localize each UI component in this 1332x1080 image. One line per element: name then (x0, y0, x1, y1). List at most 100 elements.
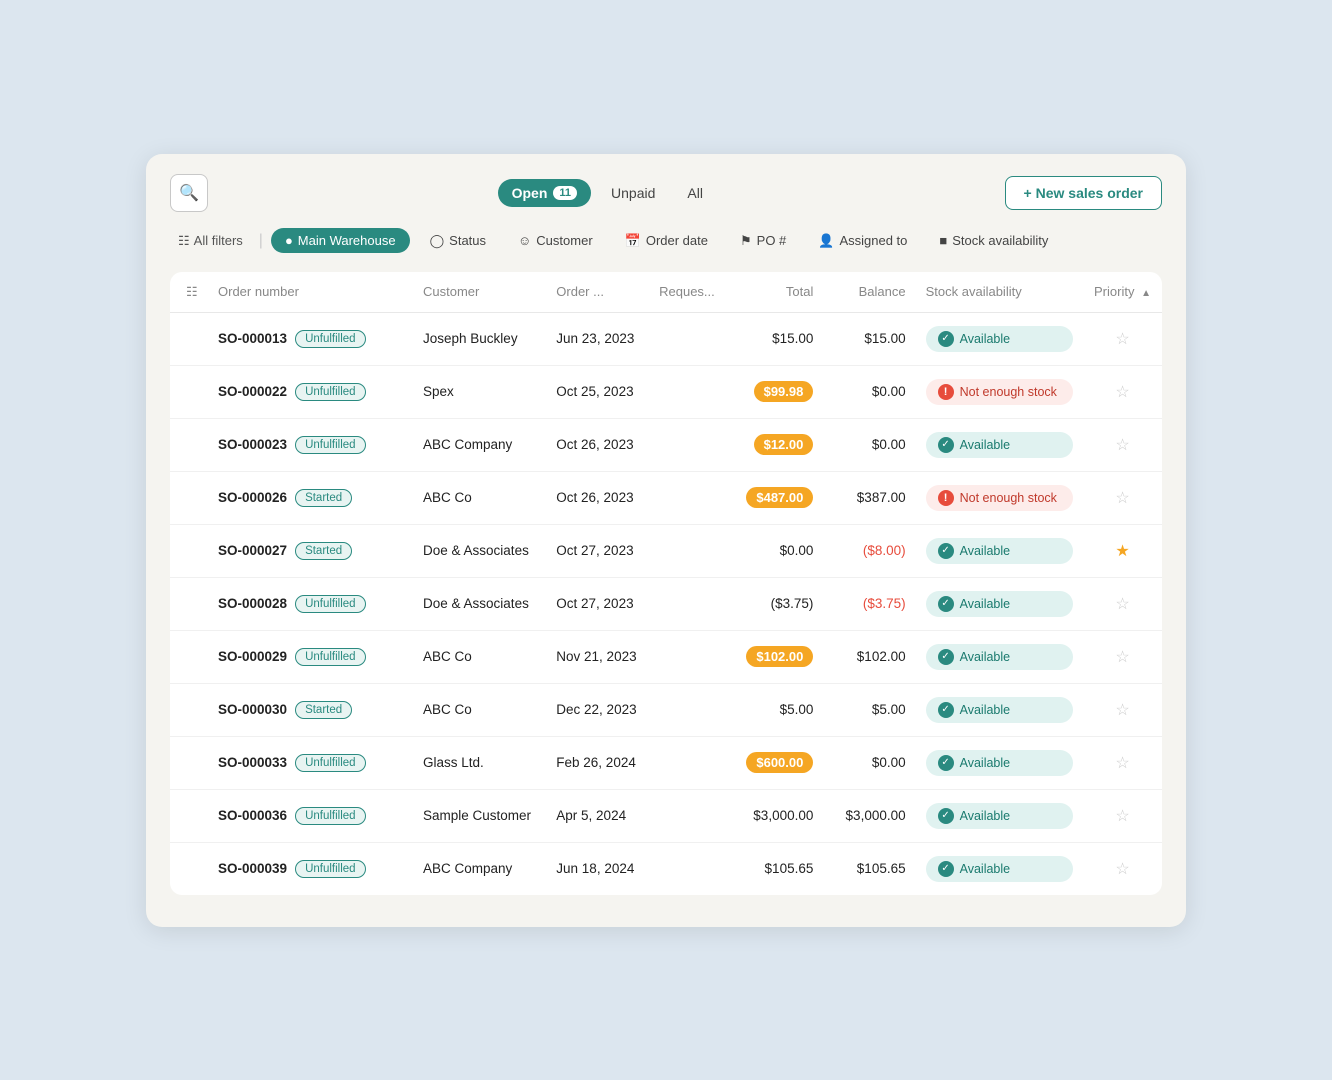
new-sales-order-button[interactable]: + New sales order (1005, 176, 1162, 210)
row-icon-cell (170, 365, 208, 418)
balance-cell: ($8.00) (823, 524, 915, 577)
stock-cell: ✓Available (916, 842, 1083, 895)
available-badge: ✓Available (926, 538, 1073, 564)
col-order-number[interactable]: Order number (208, 272, 413, 313)
order-id: SO-000026 (218, 490, 287, 505)
orders-table-container: ☷ Order number Customer Order ... Reques… (170, 272, 1162, 895)
all-filters-button[interactable]: ☷ All filters (170, 229, 251, 253)
stock-availability-filter[interactable]: ■ Stock availability (927, 228, 1060, 253)
available-badge: ✓Available (926, 803, 1073, 829)
table-row[interactable]: SO-000022UnfulfilledSpexOct 25, 2023$99.… (170, 365, 1162, 418)
tab-all[interactable]: All (675, 179, 715, 207)
priority-cell: ☆ (1083, 471, 1162, 524)
priority-cell: ☆ (1083, 736, 1162, 789)
total-badge: $99.98 (754, 381, 814, 402)
priority-star[interactable]: ☆ (1115, 808, 1129, 825)
priority-cell: ☆ (1083, 842, 1162, 895)
balance-cell: ($3.75) (823, 577, 915, 630)
main-card: 🔍 Open 11 Unpaid All + New sales order ☷… (146, 154, 1186, 927)
priority-star[interactable]: ☆ (1115, 437, 1129, 454)
warning-icon: ! (938, 490, 954, 506)
available-label: Available (960, 809, 1011, 823)
table-row[interactable]: SO-000030StartedABC CoDec 22, 2023$5.00$… (170, 683, 1162, 736)
total-cell: $99.98 (731, 365, 823, 418)
total-badge: $600.00 (746, 752, 813, 773)
balance-cell: $0.00 (823, 365, 915, 418)
balance-cell: $3,000.00 (823, 789, 915, 842)
table-row[interactable]: SO-000036UnfulfilledSample CustomerApr 5… (170, 789, 1162, 842)
table-row[interactable]: SO-000028UnfulfilledDoe & AssociatesOct … (170, 577, 1162, 630)
order-number-cell: SO-000026Started (208, 471, 413, 524)
table-row[interactable]: SO-000026StartedABC CoOct 26, 2023$487.0… (170, 471, 1162, 524)
col-order-date[interactable]: Order ... (546, 272, 649, 313)
stock-cell: !Not enough stock (916, 365, 1083, 418)
status-circle-icon: ◯ (430, 233, 445, 249)
tab-open[interactable]: Open 11 (498, 179, 591, 207)
customer-cell: Joseph Buckley (413, 312, 546, 365)
main-warehouse-label: Main Warehouse (298, 233, 396, 248)
priority-star[interactable]: ☆ (1115, 596, 1129, 613)
col-customer[interactable]: Customer (413, 272, 546, 313)
order-date-cell: Oct 26, 2023 (546, 418, 649, 471)
po-filter[interactable]: ⚑ PO # (728, 228, 798, 254)
customer-cell: ABC Co (413, 471, 546, 524)
header: 🔍 Open 11 Unpaid All + New sales order (170, 174, 1162, 212)
status-badge: Started (295, 701, 352, 719)
priority-star[interactable]: ☆ (1115, 649, 1129, 666)
priority-cell: ☆ (1083, 365, 1162, 418)
all-filters-label: All filters (194, 233, 243, 248)
assigned-to-filter[interactable]: 👤 Assigned to (806, 228, 919, 254)
table-row[interactable]: SO-000039UnfulfilledABC CompanyJun 18, 2… (170, 842, 1162, 895)
calendar-icon: 📅 (625, 233, 641, 249)
priority-star[interactable]: ☆ (1115, 331, 1129, 348)
total-cell: $102.00 (731, 630, 823, 683)
col-stock[interactable]: Stock availability (916, 272, 1083, 313)
not-enough-badge: !Not enough stock (926, 485, 1073, 511)
order-date-cell: Oct 27, 2023 (546, 524, 649, 577)
available-badge: ✓Available (926, 856, 1073, 882)
total-cell: ($3.75) (731, 577, 823, 630)
col-request-date[interactable]: Reques... (649, 272, 731, 313)
col-priority[interactable]: Priority ▲ (1083, 272, 1162, 313)
table-row[interactable]: SO-000027StartedDoe & AssociatesOct 27, … (170, 524, 1162, 577)
customer-filter[interactable]: ☺ Customer (506, 228, 605, 253)
priority-star[interactable]: ☆ (1115, 755, 1129, 772)
priority-star[interactable]: ☆ (1115, 861, 1129, 878)
order-date-filter[interactable]: 📅 Order date (613, 228, 720, 254)
priority-star[interactable]: ☆ (1115, 702, 1129, 719)
stock-cell: ✓Available (916, 683, 1083, 736)
order-number-cell: SO-000033Unfulfilled (208, 736, 413, 789)
search-button[interactable]: 🔍 (170, 174, 208, 212)
table-row[interactable]: SO-000029UnfulfilledABC CoNov 21, 2023$1… (170, 630, 1162, 683)
main-warehouse-filter[interactable]: ● Main Warehouse (271, 228, 410, 253)
col-balance[interactable]: Balance (823, 272, 915, 313)
balance-cell: $5.00 (823, 683, 915, 736)
customer-cell: ABC Co (413, 683, 546, 736)
order-number-cell: SO-000022Unfulfilled (208, 365, 413, 418)
table-row[interactable]: SO-000013UnfulfilledJoseph BuckleyJun 23… (170, 312, 1162, 365)
row-icon-cell (170, 842, 208, 895)
filter-bar: ☷ All filters | ● Main Warehouse ◯ Statu… (170, 228, 1162, 254)
check-icon: ✓ (938, 543, 954, 559)
customer-cell: Doe & Associates (413, 524, 546, 577)
check-icon: ✓ (938, 596, 954, 612)
table-icon-col: ☷ (170, 272, 208, 313)
available-badge: ✓Available (926, 326, 1073, 352)
col-total[interactable]: Total (731, 272, 823, 313)
table-row[interactable]: SO-000023UnfulfilledABC CompanyOct 26, 2… (170, 418, 1162, 471)
priority-star[interactable]: ★ (1115, 543, 1129, 560)
customer-cell: Spex (413, 365, 546, 418)
status-filter[interactable]: ◯ Status (418, 228, 498, 254)
total-cell: $105.65 (731, 842, 823, 895)
table-row[interactable]: SO-000033UnfulfilledGlass Ltd.Feb 26, 20… (170, 736, 1162, 789)
customer-cell: ABC Co (413, 630, 546, 683)
status-badge: Unfulfilled (295, 595, 366, 613)
priority-star[interactable]: ☆ (1115, 384, 1129, 401)
tab-open-label: Open (512, 185, 548, 201)
person-icon: 👤 (818, 233, 834, 249)
priority-star[interactable]: ☆ (1115, 490, 1129, 507)
request-date-cell (649, 418, 731, 471)
tab-unpaid[interactable]: Unpaid (599, 179, 667, 207)
row-icon-cell (170, 577, 208, 630)
priority-cell: ☆ (1083, 418, 1162, 471)
